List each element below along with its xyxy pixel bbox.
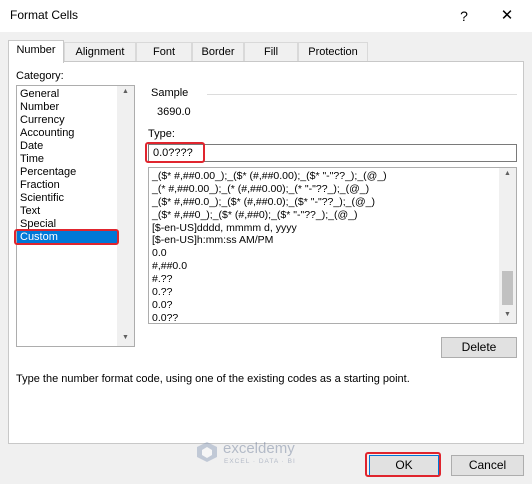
close-button[interactable]: ✕	[490, 4, 524, 28]
sample-divider	[207, 94, 517, 95]
type-label: Type:	[148, 128, 175, 140]
category-item-percentage[interactable]: Percentage	[17, 166, 117, 179]
help-button[interactable]: ?	[450, 4, 478, 28]
scroll-down-icon[interactable]: ▼	[499, 311, 516, 318]
category-item-scientific[interactable]: Scientific	[17, 192, 117, 205]
tab-fill[interactable]: Fill	[244, 42, 298, 62]
category-item-number[interactable]: Number	[17, 101, 117, 114]
tab-protection[interactable]: Protection	[298, 42, 368, 62]
number-tab-panel: Category: General Number Currency Accoun…	[8, 61, 524, 444]
tab-label: Fill	[263, 46, 279, 58]
tab-number[interactable]: Number	[8, 40, 64, 63]
tab-label: Font	[152, 46, 175, 58]
sample-label: Sample	[151, 87, 189, 99]
delete-button[interactable]: Delete	[441, 337, 517, 358]
format-item[interactable]: 0.??	[149, 286, 499, 299]
tab-label: Protection	[308, 46, 358, 58]
format-item[interactable]: _($* #,##0.0_);_($* (#,##0.0);_($* "-"??…	[149, 196, 499, 209]
format-item[interactable]: 0.0?	[149, 299, 499, 312]
scroll-thumb[interactable]	[502, 271, 513, 305]
format-item[interactable]: #,##0.0	[149, 260, 499, 273]
tab-label: Border	[201, 46, 235, 58]
hint-text: Type the number format code, using one o…	[16, 373, 410, 385]
scroll-down-icon[interactable]: ▼	[117, 334, 134, 341]
format-code-list[interactable]: _($* #,##0.00_);_($* (#,##0.00);_($* "-"…	[148, 167, 517, 324]
format-item[interactable]: _(* #,##0.00_);_(* (#,##0.00);_(* "-"??_…	[149, 183, 499, 196]
tab-label: Number	[16, 44, 56, 56]
category-item-fraction[interactable]: Fraction	[17, 179, 117, 192]
cancel-button[interactable]: Cancel	[451, 455, 524, 476]
tab-font[interactable]: Font	[136, 42, 192, 62]
logo-icon	[197, 442, 217, 462]
format-item[interactable]: 0.0	[149, 247, 499, 260]
format-list-scrollbar[interactable]: ▲ ▼	[499, 168, 516, 323]
format-item[interactable]: #.??	[149, 273, 499, 286]
delete-label: Delete	[461, 340, 497, 354]
cancel-label: Cancel	[468, 458, 507, 472]
ok-button[interactable]: OK	[369, 455, 439, 476]
scroll-up-icon[interactable]: ▲	[499, 170, 516, 177]
category-item-general[interactable]: General	[17, 88, 117, 101]
format-item[interactable]: _($* #,##0_);_($* (#,##0);_($* "-"??_);_…	[149, 209, 499, 222]
category-item-text[interactable]: Text	[17, 205, 117, 218]
type-input[interactable]: 0.0????	[148, 144, 517, 162]
ok-label: OK	[395, 458, 413, 472]
category-item-currency[interactable]: Currency	[17, 114, 117, 127]
category-item-date[interactable]: Date	[17, 140, 117, 153]
exceldemy-watermark: exceldemy EXCEL · DATA · BI	[196, 438, 336, 468]
category-list[interactable]: General Number Currency Accounting Date …	[16, 85, 135, 347]
tab-label: Alignment	[75, 46, 125, 58]
category-item-special[interactable]: Special	[17, 218, 117, 231]
category-label: Category:	[16, 70, 64, 82]
format-item[interactable]: _($* #,##0.00_);_($* (#,##0.00);_($* "-"…	[149, 170, 499, 183]
category-item-accounting[interactable]: Accounting	[17, 127, 117, 140]
sample-value: 3690.0	[157, 106, 191, 118]
watermark-brand: exceldemy	[223, 440, 295, 457]
watermark-tagline: EXCEL · DATA · BI	[224, 458, 296, 465]
format-item[interactable]: 0.0??	[149, 312, 499, 323]
dialog-title: Format Cells	[10, 8, 79, 22]
category-item-time[interactable]: Time	[17, 153, 117, 166]
tab-border[interactable]: Border	[192, 42, 244, 62]
format-item[interactable]: [$-en-US]h:mm:ss AM/PM	[149, 234, 499, 247]
scroll-up-icon[interactable]: ▲	[117, 88, 134, 95]
category-scrollbar[interactable]: ▲ ▼	[117, 86, 134, 346]
format-item[interactable]: [$-en-US]dddd, mmmm d, yyyy	[149, 222, 499, 235]
tab-alignment[interactable]: Alignment	[64, 42, 136, 62]
title-bar: Format Cells ? ✕	[0, 0, 532, 32]
category-item-custom[interactable]: Custom	[17, 231, 117, 244]
